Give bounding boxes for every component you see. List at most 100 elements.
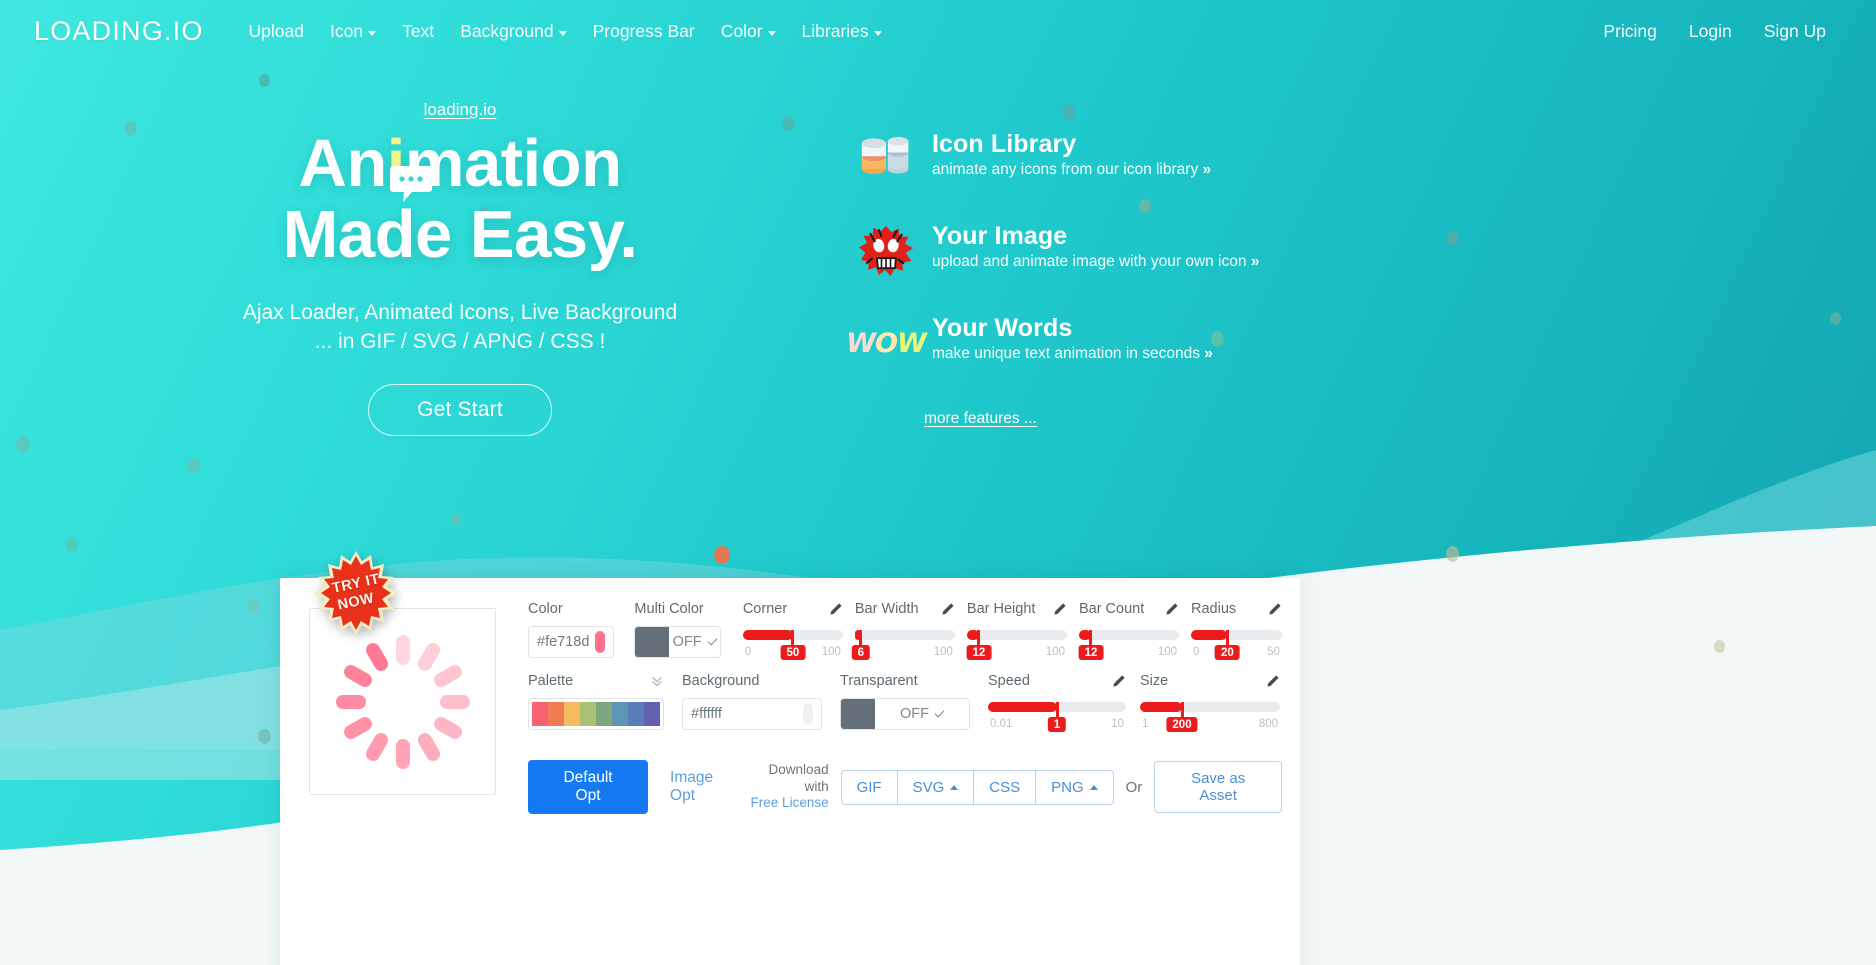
control-label: Multi Color (634, 601, 704, 617)
controls-row-2: Palette Background #ffffff Transparent OFF Sp… (528, 670, 1282, 732)
pencil-icon[interactable] (1112, 674, 1126, 688)
download-css-button[interactable]: CSS (973, 769, 1036, 805)
format-label: CSS (989, 778, 1021, 796)
slider-value-bubble: 50 (780, 645, 806, 660)
pencil-icon[interactable] (1266, 674, 1280, 688)
feature-item-icon-library[interactable]: Icon Library animate any icons from our … (848, 128, 1368, 190)
radius-slider[interactable]: 0 20 50 (1191, 626, 1282, 660)
slider-value-bubble: 12 (966, 645, 992, 660)
bar-count-slider[interactable]: 212100 (1078, 626, 1180, 660)
toggle-state-label: OFF (900, 706, 929, 722)
spinner-preview[interactable] (309, 608, 496, 795)
try-it-now-badge[interactable]: TRY IT NOW (313, 550, 399, 636)
control-header: Palette (528, 670, 664, 692)
nav-item-login[interactable]: Login (1673, 15, 1748, 48)
nav-item-background[interactable]: Background (447, 15, 579, 48)
feature-description: animate any icons from our icon library … (932, 161, 1211, 179)
slider-min-label: 0 (744, 646, 752, 658)
control-header: Size (1140, 670, 1280, 692)
color-input[interactable]: #fe718d (528, 626, 615, 658)
brand-logo[interactable]: LOADING.IO (34, 16, 204, 47)
hero-section: loading.io Animation Made Easy. Ajax Loa… (0, 100, 920, 436)
free-license-link[interactable]: Free License (742, 795, 829, 812)
palette-swatch[interactable] (548, 702, 564, 726)
feature-item-your-words[interactable]: WOW Your Words make unique text animatio… (846, 312, 1368, 374)
background-swatch[interactable] (803, 703, 813, 725)
feature-item-your-image[interactable]: Your Image upload and animate image with… (848, 220, 1368, 282)
palette-swatch[interactable] (564, 702, 580, 726)
hero-title-part-a: An (298, 126, 387, 201)
chevron-double-down-icon[interactable] (650, 674, 664, 688)
palette-swatch[interactable] (532, 702, 548, 726)
nav-item-pricing[interactable]: Pricing (1587, 15, 1673, 48)
slider-min-label: 1 (1142, 718, 1149, 730)
control-label: Bar Count (1078, 601, 1145, 617)
control-header: Speed (988, 670, 1126, 692)
nav-item-text[interactable]: Text (389, 15, 447, 48)
feature-title: Your Words (932, 314, 1073, 342)
image-opt-link[interactable]: Image Opt (670, 769, 742, 805)
more-features-link[interactable]: more features ... (924, 410, 1037, 428)
pencil-icon[interactable] (1165, 602, 1179, 616)
control-bar-height: Bar Height112100 (966, 598, 1067, 660)
download-png-button[interactable]: PNG (1035, 769, 1114, 805)
palette-swatch[interactable] (580, 702, 596, 726)
background-input[interactable]: #ffffff (682, 698, 822, 730)
feature-title: Your Image (932, 222, 1068, 250)
slider-fill (1140, 702, 1182, 712)
size-slider[interactable]: 1 200 800 (1140, 698, 1280, 732)
bar-width-slider[interactable]: 16100 (851, 626, 955, 660)
pencil-icon[interactable] (1268, 602, 1282, 616)
bar-height-slider[interactable]: 112100 (966, 626, 1067, 660)
wow-letter-o: O (875, 327, 898, 359)
spinner-bar (340, 713, 374, 742)
bokeh-dot (1446, 546, 1459, 562)
slider-scale: 16100 (851, 645, 955, 660)
nav-item-libraries[interactable]: Libraries (789, 15, 895, 48)
control-label: Background (682, 673, 760, 689)
download-svg-button[interactable]: SVG (896, 769, 974, 805)
check-icon (934, 707, 945, 717)
palette-swatch[interactable] (596, 702, 612, 726)
pencil-icon[interactable] (1053, 602, 1067, 616)
control-label: Color (528, 601, 563, 617)
palette-selector[interactable] (528, 698, 664, 730)
slider-track (1078, 630, 1180, 640)
control-color: Color #fe718d (528, 598, 615, 658)
hero-top-link[interactable]: loading.io (424, 100, 497, 120)
palette-swatch[interactable] (628, 702, 644, 726)
action-bar: Default Opt Image Opt Download with Free… (528, 760, 1283, 814)
palette-swatch[interactable] (612, 702, 628, 726)
color-swatch[interactable] (595, 631, 606, 653)
nav-item-icon[interactable]: Icon (317, 15, 389, 48)
editor-panel: TRY IT NOW Color #fe718d Multi Color OFF Cor… (280, 551, 1300, 965)
palette-swatch[interactable] (644, 702, 660, 726)
toggle-knob (841, 699, 875, 729)
get-start-button[interactable]: Get Start (368, 383, 552, 436)
save-as-asset-button[interactable]: Save as Asset (1154, 761, 1283, 813)
download-gif-button[interactable]: GIF (840, 769, 897, 805)
nav-item-signup[interactable]: Sign Up (1748, 15, 1842, 48)
default-opt-button[interactable]: Default Opt (528, 760, 649, 814)
toggle-state: OFF (669, 627, 719, 657)
bokeh-dot (187, 458, 201, 474)
control-header: Corner (743, 598, 843, 620)
color-value: #fe718d (537, 634, 590, 650)
nav-item-progress-bar[interactable]: Progress Bar (580, 15, 708, 48)
pencil-icon[interactable] (829, 602, 843, 616)
multi-color-toggle[interactable]: OFF (634, 626, 721, 658)
slider-max-label: 100 (933, 646, 953, 658)
transparent-toggle[interactable]: OFF (840, 698, 970, 730)
speed-slider[interactable]: 0.01 1 10 (988, 698, 1126, 732)
nav-label: Upload (248, 20, 304, 41)
control-label: Bar Width (854, 601, 919, 617)
feature-description: make unique text animation in seconds » (932, 345, 1213, 363)
slider-value-bubble: 6 (851, 645, 871, 660)
nav-label: Text (402, 20, 435, 41)
corner-slider[interactable]: 0 50 100 (742, 626, 843, 660)
slider-value-bubble: 12 (1078, 645, 1104, 660)
pencil-icon[interactable] (941, 602, 955, 616)
chat-bubble-icon (390, 166, 432, 202)
nav-item-upload[interactable]: Upload (236, 15, 317, 48)
nav-item-color[interactable]: Color (708, 15, 789, 48)
